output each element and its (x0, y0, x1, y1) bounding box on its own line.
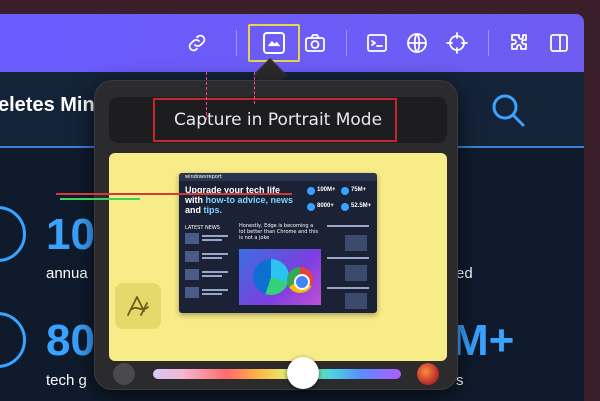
thumb-stat: 8000+ (317, 203, 334, 209)
stat-icon (307, 187, 315, 195)
list-item (185, 269, 231, 283)
crosshair-icon[interactable] (440, 26, 474, 60)
list-item (185, 287, 231, 301)
thumb-stat: 75M+ (351, 187, 367, 193)
chrome-logo-icon (287, 267, 313, 293)
edge-logo-icon (253, 259, 289, 295)
thumb-brand: windowsreport (185, 174, 222, 180)
stat-circle-icon (0, 206, 26, 262)
toolbar-separator (236, 30, 237, 56)
terminal-icon[interactable] (360, 26, 394, 60)
annotation-guide (254, 72, 255, 104)
page-title: eletes Min (0, 94, 95, 116)
stat-number: 10 (46, 210, 95, 259)
app-logo-icon (115, 283, 161, 329)
stat-icon (307, 203, 315, 211)
list-item (185, 233, 231, 247)
globe-icon[interactable] (400, 26, 434, 60)
thumb-headline: Upgrade your tech life with how-to advic… (185, 185, 294, 215)
toolbar-separator (346, 30, 347, 56)
sidebar-icon[interactable] (542, 26, 576, 60)
thumb-stat: 52.5M+ (351, 203, 372, 209)
gradient-swatch[interactable] (417, 363, 439, 385)
stat-label-right: ed (456, 265, 473, 282)
annotation-guide (206, 72, 207, 120)
thumb-feature-image (239, 249, 321, 305)
search-icon[interactable] (488, 90, 528, 130)
annotation-line (60, 198, 140, 200)
extension-icon[interactable] (502, 26, 536, 60)
capture-popup: Capture in Portrait Mode windowsreport U… (94, 80, 458, 390)
thumb-article-title: Honestly, Edge is becoming a lot better … (239, 223, 319, 241)
browser-toolbar (0, 14, 584, 72)
shield-icon (0, 312, 26, 368)
stat-number-right: M+ (452, 316, 515, 365)
grey-swatch[interactable] (113, 363, 135, 385)
thumb-section-label: LATEST NEWS (185, 225, 220, 231)
capture-preview[interactable]: windowsreport Upgrade your tech life wit… (109, 153, 447, 361)
stat-icon (341, 187, 349, 195)
capture-icon (263, 32, 285, 54)
color-slider[interactable] (153, 369, 401, 379)
color-slider-row (109, 357, 447, 389)
thumb-stat: 100M+ (317, 187, 336, 193)
capture-portrait-button[interactable]: Capture in Portrait Mode (109, 97, 447, 143)
link-icon[interactable] (180, 26, 214, 60)
capture-tool-button[interactable] (248, 24, 300, 62)
list-item (185, 251, 231, 265)
stat-number: 80 (46, 316, 95, 365)
annotation-line (56, 193, 292, 195)
stat-icon (341, 203, 349, 211)
camera-icon[interactable] (298, 26, 332, 60)
stat-label: tech g (46, 372, 87, 389)
toolbar-separator (488, 30, 489, 56)
color-slider-thumb[interactable] (287, 357, 319, 389)
stat-label: annua (46, 265, 88, 282)
